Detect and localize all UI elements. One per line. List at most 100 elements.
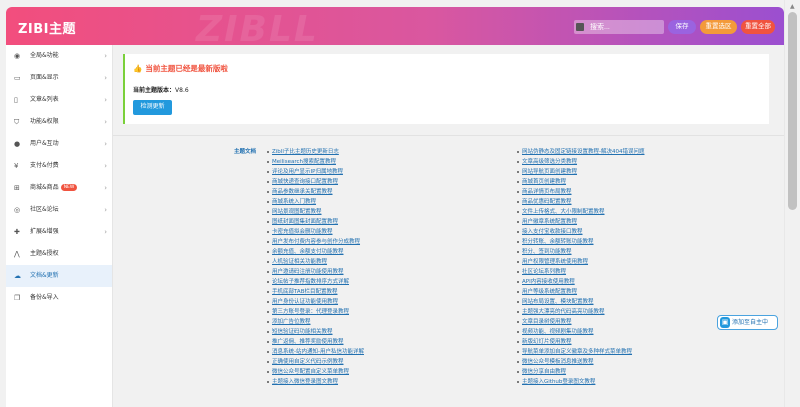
sidebar-item-label: 用户&互动 xyxy=(30,140,59,147)
sidebar-item-payment[interactable]: ¥ 支付&付费 › xyxy=(6,155,112,177)
doc-link[interactable]: API内容接收使用教程 xyxy=(522,279,575,285)
doc-link[interactable]: 添加广告位教程 xyxy=(272,319,311,325)
list-item: 主题接入微信登录图文教程 xyxy=(267,377,467,387)
doc-link[interactable]: 积分、签到功能教程 xyxy=(522,249,572,255)
doc-link[interactable]: 余额充值、余额支付功能教程 xyxy=(272,249,344,255)
doc-link[interactable]: 文章高级筛选分类教程 xyxy=(522,159,577,165)
doc-link[interactable]: Meilisearch搜索配置教程 xyxy=(272,159,336,165)
doc-link[interactable]: 商城系统入门教程 xyxy=(272,199,316,205)
doc-link[interactable]: 用户徽章系统配置教程 xyxy=(522,219,577,225)
copy-icon: ❐ xyxy=(14,294,21,302)
doc-link[interactable]: 第三方账号登录：代理登录教程 xyxy=(272,309,349,315)
doc-link[interactable]: 手机底部TAB栏目配置教程 xyxy=(272,289,337,295)
doc-link[interactable]: 用户身份认证功能使用教程 xyxy=(272,299,338,305)
doc-link[interactable]: 正确使用自定义代码示例教程 xyxy=(272,359,344,365)
chevron-right-icon: › xyxy=(104,206,107,214)
doc-link[interactable]: 商品详情页布局教程 xyxy=(522,189,572,195)
sidebar-item-users[interactable]: ● 用户&互动 › xyxy=(6,133,112,155)
doc-link[interactable]: 微信公众号配置自定义菜单教程 xyxy=(272,369,349,375)
float-action-button[interactable]: ▣ 添加至自主中 xyxy=(717,315,778,330)
chevron-right-icon: › xyxy=(104,228,107,236)
list-item: 网站布局设置、模块配置教程 xyxy=(517,297,717,307)
reset-all-button[interactable]: 重置全部 xyxy=(741,20,775,34)
sidebar-item-backup[interactable]: ❐ 备份&导入 xyxy=(6,287,112,309)
doc-link[interactable]: 导航菜单添加自定义徽章及多种样式菜单教程 xyxy=(522,349,632,355)
list-item: 余额充值、余额支付功能教程 xyxy=(267,247,467,257)
chevron-right-icon: › xyxy=(104,184,107,192)
list-item: 文章高级筛选分类教程 xyxy=(517,157,717,167)
list-item: 第三方账号登录：代理登录教程 xyxy=(267,307,467,317)
compass-icon: ◎ xyxy=(14,206,21,214)
version-value: V8.6 xyxy=(175,87,189,94)
doc-link[interactable]: 商城快递查询接口配置教程 xyxy=(272,179,338,185)
sidebar-item-docs[interactable]: ☁ 文档&更新 xyxy=(6,265,112,287)
doc-link[interactable]: 主题强大漂亮的代码高亮功能教程 xyxy=(522,309,605,315)
doc-link[interactable]: 商品参数继承关配置教程 xyxy=(272,189,333,195)
reset-section-button[interactable]: 重置选区 xyxy=(700,20,737,34)
doc-link[interactable]: 网站布局设置、模块配置教程 xyxy=(522,299,594,305)
globe-icon: ◉ xyxy=(14,52,21,60)
sidebar-item-articles[interactable]: ▯ 文章&列表 › xyxy=(6,89,112,111)
scroll-up-icon[interactable]: ▲ xyxy=(790,3,795,10)
doc-link[interactable]: 微信分享自由教程 xyxy=(522,369,566,375)
scroll-thumb[interactable] xyxy=(788,12,797,210)
list-item: 图纸封面图集封面配置教程 xyxy=(267,217,467,227)
list-item: 评论及用户显示IP归属地教程 xyxy=(267,167,467,177)
doc-link[interactable]: 文章目录树使用教程 xyxy=(522,319,572,325)
doc-link[interactable]: 网站伪静态及固定链接设置教程-解决404错误问题 xyxy=(522,149,644,155)
list-item: 卡密充值拟会删功能教程 xyxy=(267,227,467,237)
doc-link[interactable]: 文件上传格式、大小限制配置教程 xyxy=(522,209,605,215)
list-item: 手机底部TAB栏目配置教程 xyxy=(267,287,467,297)
doc-link[interactable]: 商品优惠码配置教程 xyxy=(522,199,572,205)
doc-link[interactable]: 网站景观图配置教程 xyxy=(272,209,322,215)
doc-link[interactable]: 商城首页创建教程 xyxy=(522,179,566,185)
doc-link[interactable]: 消息系统-站内通知-用户私信功能详解 xyxy=(272,349,364,355)
sidebar-item-pages[interactable]: ▭ 页面&显示 › xyxy=(6,67,112,89)
sidebar-item-extensions[interactable]: ✚ 扩展&增强 › xyxy=(6,221,112,243)
shield-icon: ⛉ xyxy=(14,118,20,126)
doc-link[interactable]: 新版幻灯片使用教程 xyxy=(522,339,572,345)
doc-link[interactable]: 用户等级系统配置教程 xyxy=(522,289,577,295)
list-item: API内容接收使用教程 xyxy=(517,277,717,287)
list-item: 人机验证相关功能教程 xyxy=(267,257,467,267)
sidebar-item-label: 页面&显示 xyxy=(30,74,59,81)
doc-link[interactable]: 微信公众号模板消息推送教程 xyxy=(522,359,594,365)
sidebar-item-label: 社区&论坛 xyxy=(30,206,59,213)
doc-link[interactable]: 网站导航页面创建教程 xyxy=(522,169,577,175)
doc-link[interactable]: 积分转账、余额转账功能教程 xyxy=(522,239,594,245)
sidebar-item-license[interactable]: ⋀ 主题&授权 xyxy=(6,243,112,265)
doc-link[interactable]: 论坛帖子推荐指数排序方式详解 xyxy=(272,279,349,285)
doc-link[interactable]: 主题接入Github登录图文教程 xyxy=(522,379,595,385)
doc-link[interactable]: 用户发布付费内容参与创作分成教程 xyxy=(272,239,360,245)
doc-link[interactable]: 图纸封面图集封面配置教程 xyxy=(272,219,338,225)
search-input[interactable] xyxy=(590,20,662,34)
sidebar-item-forum[interactable]: ◎ 社区&论坛 › xyxy=(6,199,112,221)
list-item: 添加广告位教程 xyxy=(267,317,467,327)
cart-icon: ⊞ xyxy=(14,184,20,192)
list-item: 微信公众号配置自定义菜单教程 xyxy=(267,367,467,377)
doc-link[interactable]: 用户邀请码注册功能使用教程 xyxy=(272,269,344,275)
doc-link[interactable]: 人机验证相关功能教程 xyxy=(272,259,327,265)
doc-link[interactable]: 推广返佣、推荐奖励使用教程 xyxy=(272,339,344,345)
doc-link[interactable]: 用户权限管理系统使用教程 xyxy=(522,259,588,265)
doc-link[interactable]: 卡密充值拟会删功能教程 xyxy=(272,229,333,235)
sidebar-item-shop[interactable]: ⊞ 商城&商品 NEW › xyxy=(6,177,112,199)
doc-link[interactable]: 评论及用户显示IP归属地教程 xyxy=(272,169,343,175)
page-scrollbar[interactable]: ▲ xyxy=(784,0,800,407)
doc-link[interactable]: 视频功能、视频剧集功能教程 xyxy=(522,329,594,335)
sidebar-item-global[interactable]: ◉ 全局&功能 › xyxy=(6,45,112,67)
doc-link[interactable]: 短信验证码功能相关教程 xyxy=(272,329,333,335)
save-button[interactable]: 保存 xyxy=(668,20,696,34)
sidebar-item-permissions[interactable]: ⛉ 功能&权限 › xyxy=(6,111,112,133)
doc-link[interactable]: 社区论坛系列教程 xyxy=(522,269,566,275)
doc-link[interactable]: 接入支付宝收款接口教程 xyxy=(522,229,583,235)
check-update-button[interactable]: 检测更新 xyxy=(133,100,172,115)
update-notice: 👍 当前主题已经是最新版啦 当前主题版本：V8.6 检测更新 xyxy=(123,54,769,124)
chevron-right-icon: › xyxy=(104,96,107,104)
list-item: 用户邀请码注册功能使用教程 xyxy=(267,267,467,277)
list-item: 商城系统入门教程 xyxy=(267,197,467,207)
sidebar-item-label: 支付&付费 xyxy=(30,162,59,169)
doc-link[interactable]: Zibll子比主题历史更新日志 xyxy=(272,149,339,155)
doc-link[interactable]: 主题接入微信登录图文教程 xyxy=(272,379,338,385)
chevron-right-icon: › xyxy=(104,162,107,170)
